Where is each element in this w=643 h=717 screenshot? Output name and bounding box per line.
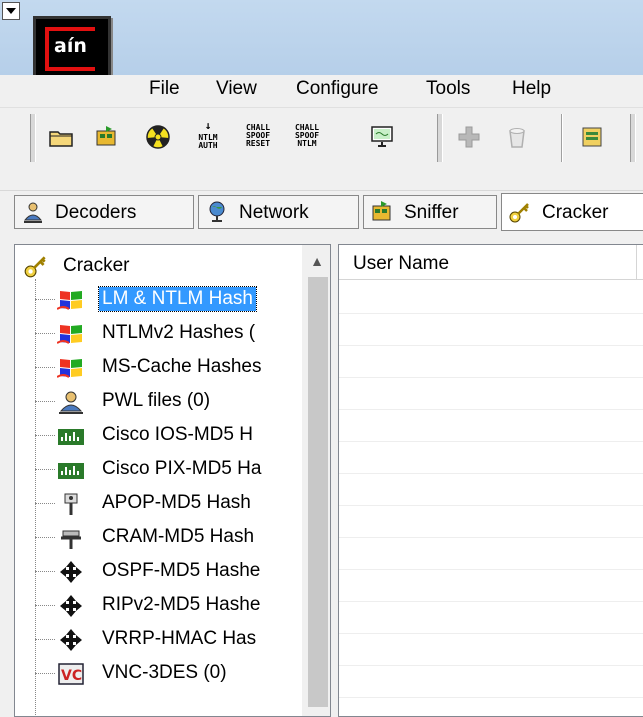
column-header-label: User Name (353, 253, 450, 274)
tree-item-label: Cisco IOS-MD5 H (102, 424, 253, 445)
chall-spoof-reset-button[interactable]: CHALL SPOOF RESET (241, 120, 275, 154)
pwl-icon (57, 389, 85, 415)
add-button[interactable] (452, 120, 486, 154)
monitor-icon (371, 126, 393, 147)
list-row (339, 537, 643, 538)
tree-item-label: PWL files (0) (102, 390, 211, 411)
cross-arrows-icon (57, 559, 85, 585)
tab-decoders-label: Decoders (55, 202, 137, 223)
tree-item-label: LM & NTLM Hash (98, 286, 257, 312)
list-row (339, 569, 643, 570)
system-menu-button[interactable] (2, 2, 20, 20)
list-row (339, 441, 643, 442)
cracker-tree-view[interactable]: Cracker LM & NTLM Hash NTLMv2 Hashes ( MS-… (14, 244, 331, 717)
list-row (339, 697, 643, 698)
key-icon (509, 203, 529, 223)
cross-arrows-icon (57, 593, 85, 619)
ntlm-auth-label: NTLM AUTH (198, 133, 218, 150)
open-folder-button[interactable] (44, 120, 78, 154)
list-row (339, 345, 643, 346)
list-row (339, 665, 643, 666)
sniffer-icon (96, 126, 116, 146)
windows-flag-icon (56, 355, 85, 381)
cross-arrows-icon (57, 627, 85, 653)
export-button[interactable] (575, 120, 609, 154)
tree-item-label: Cisco PIX-MD5 Ha (102, 458, 262, 479)
column-header-user-name[interactable]: User Name (339, 245, 643, 280)
toolbar-grip-3[interactable] (630, 114, 636, 162)
hash-list-view[interactable]: User Name (338, 244, 643, 717)
menu-view[interactable]: View (216, 78, 257, 100)
cram-icon (57, 525, 85, 551)
folder-icon (49, 131, 73, 147)
chall-spoof-reset-label: CHALL SPOOF RESET (245, 123, 271, 148)
tree-item-label: MS-Cache Hashes (102, 356, 262, 377)
column-divider[interactable] (636, 245, 637, 279)
tree-scrollbar[interactable]: ▲ (302, 245, 330, 716)
decoders-icon (23, 202, 43, 223)
windows-flag-icon (56, 321, 85, 347)
menu-tools[interactable]: Tools (426, 78, 470, 100)
toolbar: ↓ NTLM AUTH CHALL SPOOF RESET CHALL SPOO… (0, 107, 643, 168)
windows-flag-icon (56, 287, 85, 313)
chall-spoof-ntlm-button[interactable]: CHALL SPOOF NTLM (290, 120, 324, 154)
tab-network-label: Network (239, 202, 309, 223)
export-icon (582, 127, 602, 147)
network-globe-icon (209, 201, 225, 222)
tab-sniffer-label: Sniffer (404, 202, 459, 223)
ntlm-auth-button[interactable]: ↓ NTLM AUTH (191, 120, 225, 154)
tree-item-label: APOP-MD5 Hash (102, 492, 251, 513)
menu-bar: File View Configure Tools Help (0, 75, 643, 105)
scrollbar-thumb[interactable] (308, 277, 328, 707)
menu-help[interactable]: Help (512, 78, 551, 100)
remove-button[interactable] (500, 120, 534, 154)
cain-logo: aín (33, 16, 111, 78)
list-row (339, 505, 643, 506)
tree-item-label: VNC-3DES (0) (102, 662, 227, 683)
tree-root-label: Cracker (63, 255, 130, 276)
sniffer-icon (372, 201, 391, 221)
apop-icon (57, 491, 85, 517)
tree-item-label: RIPv2-MD5 Hashe (102, 594, 261, 615)
trash-icon (509, 128, 525, 148)
scroll-up-icon[interactable]: ▲ (302, 245, 330, 277)
arrow-down-icon: ↓ (204, 119, 212, 132)
toolbar-grip[interactable] (30, 114, 36, 162)
key-icon (24, 256, 46, 278)
start-apr-button[interactable] (141, 120, 175, 154)
start-sniffer-button[interactable] (90, 120, 124, 154)
list-row (339, 473, 643, 474)
title-bar: aín (0, 0, 643, 78)
tree-item-label: OSPF-MD5 Hashe (102, 560, 261, 581)
svg-text:VC: VC (61, 668, 82, 684)
monitor-button[interactable] (365, 120, 399, 154)
tab-sniffer[interactable]: Sniffer (363, 195, 497, 229)
list-row (339, 313, 643, 314)
menu-configure[interactable]: Configure (296, 78, 378, 100)
cisco-icon (57, 423, 85, 449)
list-row (339, 377, 643, 378)
toolbar-grip-2[interactable] (437, 114, 443, 162)
list-row (339, 633, 643, 634)
tab-decoders[interactable]: Decoders (14, 195, 194, 229)
cisco-icon (57, 457, 85, 483)
chall-spoof-ntlm-label: CHALL SPOOF NTLM (294, 123, 320, 148)
vnc-icon: VC (57, 661, 85, 687)
list-row (339, 601, 643, 602)
tree-item-label: NTLMv2 Hashes ( (102, 322, 256, 343)
tab-network[interactable]: Network (198, 195, 359, 229)
radioactive-icon (146, 125, 170, 149)
tree-item-label: CRAM-MD5 Hash (102, 526, 255, 547)
tree-item-label: VRRP-HMAC Has (102, 628, 257, 649)
tab-bar: Decoders Network Sniffer Cracker (0, 190, 643, 233)
menu-file[interactable]: File (149, 78, 180, 100)
tab-cracker[interactable]: Cracker (501, 193, 643, 231)
tab-cracker-label: Cracker (542, 202, 609, 223)
plus-icon (458, 126, 480, 148)
logo-text: aín (54, 35, 87, 57)
list-row (339, 409, 643, 410)
